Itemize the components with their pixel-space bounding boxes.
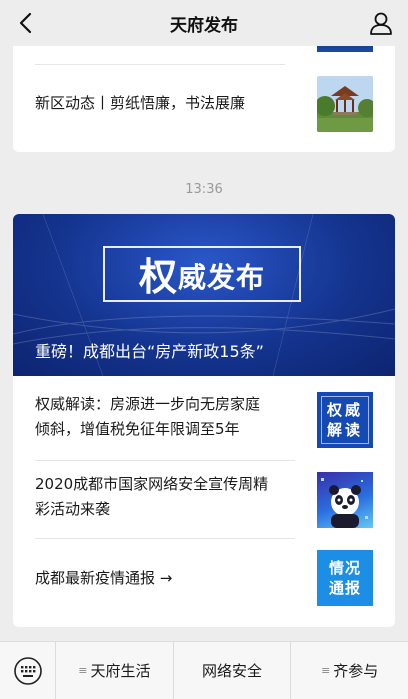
pavilion-thumbnail[interactable] — [317, 76, 373, 132]
thumbnail-frame: 权威 解读 — [321, 396, 369, 444]
chevron-left-icon — [19, 12, 32, 34]
thumbnail-text: 通报 — [328, 579, 361, 597]
list-item[interactable]: 权威解读：房源进一步向无房家庭 倾斜，增值税免征年限调至5年 权威 解读 — [35, 392, 373, 448]
thumbnail-text: 权威 — [326, 401, 363, 419]
menu-tab-network-security[interactable]: 网络安全 — [174, 642, 292, 699]
list-item-title: 成都最新疫情通报 → — [35, 550, 297, 591]
list-item-thumbnail: 权威 解读 — [317, 392, 373, 448]
menu-tab-label: 网络安全 — [202, 662, 263, 680]
banner-title: 权 威发布 — [103, 244, 301, 302]
list-item[interactable]: 2020成都市国家网络安全宣传周精 彩活动来袭 — [35, 472, 373, 528]
pavilion-image — [317, 76, 373, 132]
list-item-thumbnail: 情况 通报 — [317, 550, 373, 606]
menu-tab-label: 天府生活 — [90, 662, 151, 680]
keyboard-icon — [13, 657, 42, 685]
keyboard-toggle-button[interactable] — [0, 642, 56, 699]
bottom-menu-bar: ≡ 天府生活 网络安全 ≡ 齐参与 — [0, 641, 408, 699]
list-item-thumbnail — [317, 472, 373, 528]
person-icon — [370, 12, 392, 35]
banner-title-big: 权 — [138, 254, 178, 299]
divider — [35, 64, 285, 65]
list-item-line: 权威解读：房源进一步向无房家庭 — [35, 395, 261, 413]
list-item-line: 2020成都市国家网络安全宣传周精 — [35, 475, 269, 493]
article-title-link[interactable]: 新区动态丨剪纸悟廉，书法展廉 — [35, 92, 245, 113]
menu-tab-participate[interactable]: ≡ 齐参与 — [291, 642, 408, 699]
list-item-line: 成都最新疫情通报 → — [35, 569, 173, 587]
list-item-line: 彩活动来袭 — [35, 500, 111, 518]
article-card-previous: 新区动态丨剪纸悟廉，书法展廉 — [13, 30, 395, 152]
divider — [35, 538, 295, 539]
page-title: 天府发布 — [170, 15, 238, 36]
headline-banner[interactable]: 权 威发布 重磅！成都出台“房产新政15条” — [13, 214, 395, 376]
message-timestamp: 13:36 — [185, 182, 223, 197]
list-item-title: 权威解读：房源进一步向无房家庭 倾斜，增值税免征年限调至5年 — [35, 392, 297, 442]
list-item-line: 倾斜，增值税免征年限调至5年 — [35, 420, 240, 438]
thumbnail-text: 情况 — [328, 559, 361, 577]
top-nav-bar: 天府发布 — [0, 0, 408, 46]
menu-tab-tianfu-life[interactable]: ≡ 天府生活 — [56, 642, 174, 699]
list-item-title: 2020成都市国家网络安全宣传周精 彩活动来袭 — [35, 472, 297, 522]
banner-title-rest: 威发布 — [178, 261, 266, 294]
submenu-icon: ≡ — [78, 664, 88, 677]
divider — [35, 460, 295, 461]
thumbnail-text: 解读 — [326, 421, 363, 439]
back-button[interactable] — [12, 10, 38, 36]
profile-button[interactable] — [368, 10, 394, 36]
list-item[interactable]: 成都最新疫情通报 → 情况 通报 — [35, 550, 373, 606]
panda-mascot-image — [321, 478, 368, 528]
headline-caption: 重磅！成都出台“房产新政15条” — [35, 342, 264, 361]
menu-tab-label: 齐参与 — [333, 662, 379, 680]
article-card-main: 权 威发布 重磅！成都出台“房产新政15条” 权威解读：房源进一步向无房家庭 倾… — [13, 214, 395, 627]
submenu-icon: ≡ — [321, 664, 331, 677]
